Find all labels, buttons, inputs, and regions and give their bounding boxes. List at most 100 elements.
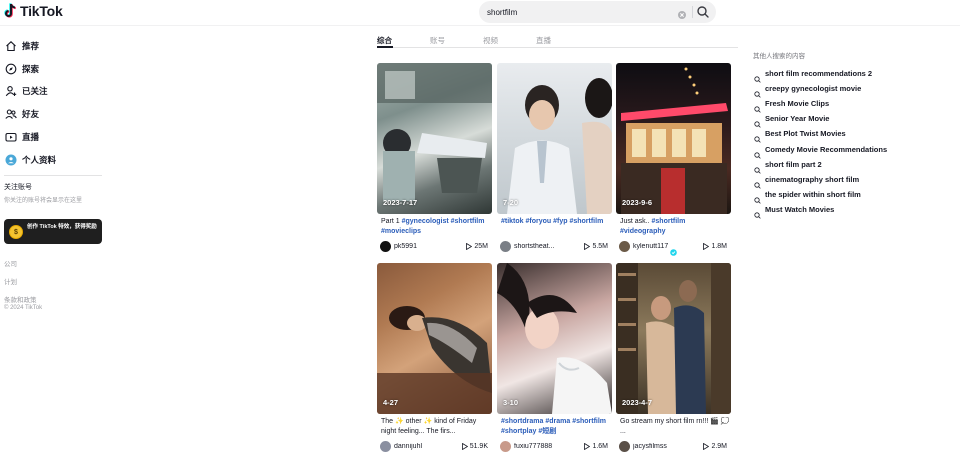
video-thumbnail[interactable]: 2023-9-6 (616, 63, 731, 214)
tab-general[interactable]: 综合 (377, 35, 392, 46)
avatar[interactable] (380, 240, 391, 252)
thumbnail-scene (616, 263, 731, 414)
home-icon (5, 40, 17, 52)
caption-hashtags[interactable]: #tiktok #foryou #fyp #shortfilm (501, 218, 603, 225)
thumbnail-scene (497, 263, 612, 414)
related-search-item[interactable]: Best Plot Twist Movies (754, 128, 846, 143)
view-count: 25M (466, 242, 488, 250)
play-icon (466, 242, 473, 250)
play-icon (461, 442, 468, 450)
video-meta: shortstheat... 5.5M (500, 240, 612, 252)
footer-link-terms[interactable]: 条款和政策 (4, 294, 37, 304)
video-thumbnail[interactable]: 2023-7-17 (377, 63, 492, 214)
search-icon (754, 191, 761, 204)
thumbnail-scene (377, 306, 492, 414)
search-icon (754, 100, 761, 113)
sidebar-item-live[interactable]: 直播 (5, 128, 39, 146)
footer-link-program[interactable]: 计划 (4, 276, 17, 286)
friends-icon (5, 108, 17, 120)
view-count-value: 25M (474, 242, 488, 250)
search-icon (754, 146, 761, 159)
logo-text: TikTok (20, 3, 63, 19)
related-searches-title: 其他人搜索的内容 (753, 53, 805, 60)
thumbnail-scene (507, 78, 612, 214)
video-caption[interactable]: Just ask.. #shortfilm #videography (620, 217, 730, 237)
avatar[interactable] (619, 240, 630, 252)
view-count: 51.9K (461, 442, 488, 450)
related-search-item[interactable]: Must Watch Movies (754, 204, 834, 219)
play-icon (703, 442, 710, 450)
sidebar-item-recommend[interactable]: 推荐 (5, 37, 39, 55)
user-follow-icon (5, 85, 17, 97)
view-count: 1.8M (703, 242, 727, 250)
view-count: 1.6M (584, 442, 608, 450)
tiktok-logo[interactable]: TikTok (4, 3, 63, 19)
create-effects-banner[interactable]: $ 创作 TikTok 特效，获得奖励 (4, 219, 102, 244)
view-count-value: 2.9M (711, 442, 727, 450)
sidebar: 推荐 探索 已关注 好友 直播 个人资料 关注账号 你关注的账号将会显示在这里 … (0, 26, 112, 456)
related-search-item[interactable]: Senior Year Movie (754, 113, 830, 128)
search-icon (754, 115, 761, 128)
following-accounts-title: 关注账号 (4, 184, 32, 191)
related-search-item[interactable]: the spider within short film (754, 189, 861, 204)
video-meta: pk5991 25M (380, 240, 492, 252)
related-search-item[interactable]: creepy gynecologist movie (754, 82, 861, 98)
search-icon (754, 85, 761, 98)
sidebar-divider (4, 175, 102, 176)
video-caption[interactable]: #tiktok #foryou #fyp #shortfilm (501, 217, 611, 237)
create-effects-text: 创作 TikTok 特效，获得奖励 (27, 224, 97, 230)
video-thumbnail[interactable]: 3-10 (497, 263, 612, 414)
search-icon[interactable] (696, 5, 710, 19)
view-count-value: 51.9K (469, 442, 488, 450)
sidebar-item-label: 探索 (22, 64, 40, 74)
related-search-label: short film recommendations 2 (765, 68, 873, 78)
video-caption[interactable]: #shortdrama #drama #shortfilm #shortplay… (501, 417, 611, 437)
caption-hashtags[interactable]: #shortdrama #drama #shortfilm #shortplay… (501, 418, 606, 435)
search-icon (754, 161, 761, 174)
avatar[interactable] (500, 240, 511, 252)
sidebar-item-following[interactable]: 已关注 (5, 82, 48, 100)
search-icon (754, 206, 761, 219)
sidebar-item-friends[interactable]: 好友 (5, 105, 39, 123)
video-thumbnail[interactable]: 4-27 (377, 263, 492, 414)
related-search-item[interactable]: short film recommendations 2 (754, 67, 873, 83)
footer-link-company[interactable]: 公司 (4, 258, 17, 268)
thumbnail-scene (377, 63, 492, 201)
related-search-item[interactable]: Fresh Movie Clips (754, 97, 829, 113)
view-count: 5.5M (584, 242, 608, 250)
coin-icon: $ (9, 225, 23, 239)
clear-search-icon[interactable] (677, 7, 687, 19)
sidebar-item-profile[interactable]: 个人资料 (5, 151, 56, 169)
tiktok-note-icon (4, 3, 18, 19)
video-caption[interactable]: Part 1 #gynecologist #shortfilm #moviecl… (381, 217, 491, 237)
avatar[interactable] (380, 440, 391, 452)
video-date: 3-10 (503, 398, 519, 407)
caption-text: The ✨ other ✨ kind of Friday night feeli… (381, 418, 477, 435)
play-icon (584, 242, 591, 250)
search-result-tabs: 综合 账号 视频 直播 (377, 26, 738, 48)
play-icon (703, 242, 710, 250)
sidebar-item-label: 直播 (22, 132, 40, 142)
search-icon (754, 176, 761, 189)
video-caption[interactable]: Go stream my short film rn!!! 🎬 💭 ... (620, 417, 730, 437)
video-thumbnail[interactable]: 2023-4-7 (616, 263, 731, 414)
related-search-item[interactable]: Comedy Movie Recommendations (754, 143, 887, 159)
search-divider (692, 6, 693, 18)
tab-videos[interactable]: 视频 (483, 35, 498, 46)
sidebar-item-explore[interactable]: 探索 (5, 60, 39, 78)
video-caption[interactable]: The ✨ other ✨ kind of Friday night feeli… (381, 417, 491, 437)
related-search-label: the spider within short film (765, 190, 861, 200)
tab-live[interactable]: 直播 (536, 35, 551, 46)
related-search-item[interactable]: cinematography short film (754, 173, 859, 189)
search-input[interactable] (479, 1, 669, 23)
tab-accounts[interactable]: 账号 (430, 35, 445, 46)
search-bar (479, 1, 716, 23)
avatar[interactable] (500, 440, 511, 452)
author-name[interactable]: kylenutt117 (633, 243, 668, 250)
avatar[interactable] (619, 440, 630, 452)
profile-avatar-icon (5, 154, 17, 166)
related-search-item[interactable]: short film part 2 (754, 158, 822, 174)
related-search-label: Senior Year Movie (765, 114, 830, 124)
video-date: 7-20 (503, 198, 519, 207)
video-thumbnail[interactable]: 7-20 (497, 63, 612, 214)
